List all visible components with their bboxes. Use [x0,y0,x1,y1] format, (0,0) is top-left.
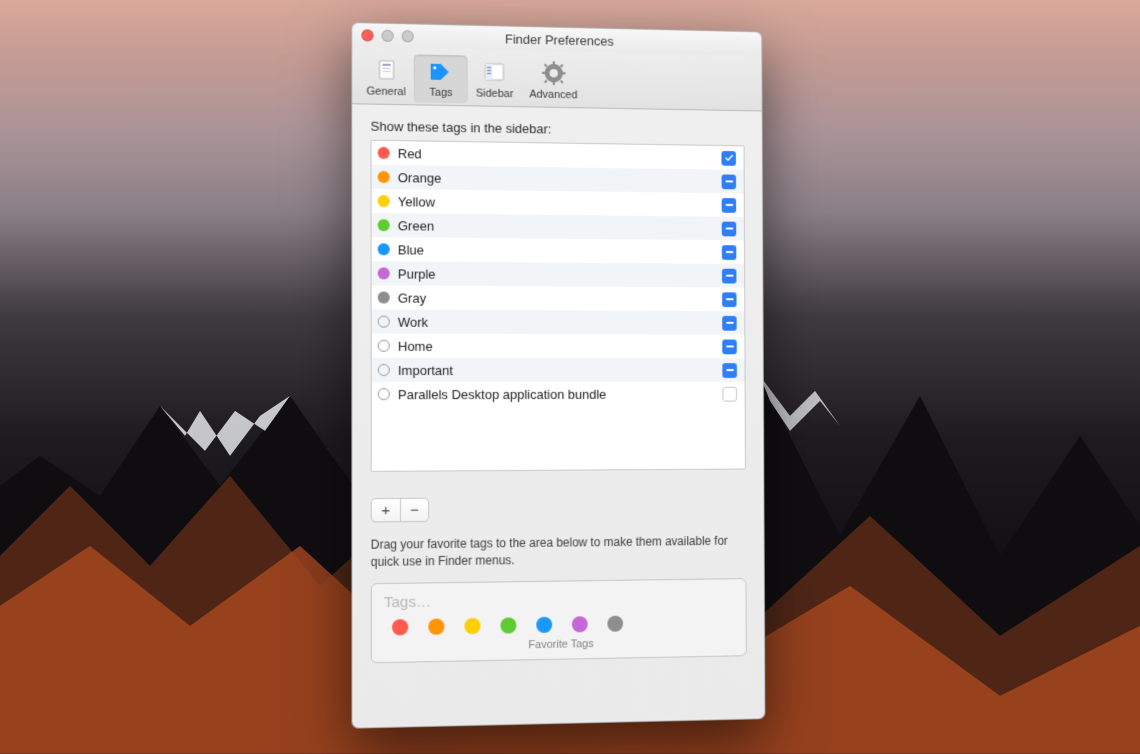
section-heading: Show these tags in the sidebar: [371,119,745,140]
tags-icon [427,57,455,85]
tag-color-dot [378,316,390,328]
tab-label: Advanced [529,89,577,102]
tag-name-label: Yellow [398,194,722,213]
tag-name-label: Work [398,314,722,330]
tag-name-label: Blue [398,242,722,260]
tag-color-dot [378,147,390,159]
tag-color-dot [378,388,390,400]
finder-preferences-window: Finder Preferences General Tags [351,22,765,729]
favorite-tag-dot[interactable] [428,618,444,634]
general-icon [372,56,400,85]
tag-name-label: Gray [398,290,722,307]
favorites-placeholder: Tags… [384,589,734,611]
favorite-tag-dot[interactable] [392,619,408,635]
gear-icon [540,59,568,87]
add-tag-button[interactable]: + [372,499,400,521]
tag-color-dot [378,364,390,376]
tag-name-label: Home [398,338,722,354]
tag-name-label: Red [398,146,722,166]
tag-color-dot [378,291,390,303]
tag-sidebar-checkbox[interactable] [722,339,737,354]
tab-label: General [366,85,405,98]
tag-row[interactable]: Green [372,213,744,240]
tag-sidebar-checkbox[interactable] [722,174,737,189]
tag-row[interactable]: Parallels Desktop application bundle [372,382,745,406]
tag-name-label: Important [398,362,723,377]
zoom-button[interactable] [402,30,414,42]
remove-tag-button[interactable]: − [400,499,428,521]
tag-sidebar-checkbox[interactable] [722,363,737,378]
tag-sidebar-checkbox[interactable] [722,221,737,236]
tag-sidebar-checkbox[interactable] [722,245,737,260]
favorite-tag-dot[interactable] [607,615,623,631]
tag-row[interactable]: Purple [372,261,745,287]
close-button[interactable] [361,29,373,41]
tab-sidebar[interactable]: Sidebar [468,56,522,105]
tag-name-label: Parallels Desktop application bundle [398,386,723,401]
tag-sidebar-checkbox[interactable] [722,386,737,401]
tab-general[interactable]: General [358,53,413,102]
favorites-hint: Drag your favorite tags to the area belo… [371,533,747,571]
tag-sidebar-checkbox[interactable] [722,268,737,283]
minimize-button[interactable] [382,30,394,42]
tag-sidebar-checkbox[interactable] [722,292,737,307]
sidebar-icon [481,58,509,86]
tab-label: Sidebar [476,88,514,101]
content-area: Show these tags in the sidebar: Red Orang… [352,104,764,727]
traffic-lights [361,29,413,42]
favorite-tag-dot[interactable] [500,617,516,633]
tab-label: Tags [429,87,452,99]
tag-row[interactable]: Gray [372,285,745,311]
tab-tags[interactable]: Tags [414,54,468,103]
add-remove-group: + − [371,498,430,523]
tag-color-dot [378,267,390,279]
tag-color-dot [378,195,390,207]
tag-name-label: Green [398,218,722,236]
favorite-tag-dot[interactable] [464,617,480,633]
window-title: Finder Preferences [505,31,614,48]
tag-color-dot [378,340,390,352]
tag-row[interactable]: Important [372,358,745,382]
favorite-tag-dot[interactable] [536,616,552,632]
tag-row[interactable]: Work [372,310,745,335]
tag-row[interactable]: Home [372,334,745,359]
tag-color-dot [378,171,390,183]
tag-name-label: Purple [398,266,722,283]
tag-sidebar-checkbox[interactable] [722,315,737,330]
favorite-tag-dot[interactable] [572,616,588,632]
tag-list[interactable]: Red Orange Yellow Green Blue Purple Gray Work Ho… [371,140,746,472]
preferences-toolbar: General Tags Sidebar [352,47,761,111]
tag-color-dot [378,219,390,231]
tag-sidebar-checkbox[interactable] [722,198,737,213]
tag-color-dot [378,243,390,255]
tag-sidebar-checkbox[interactable] [721,150,735,165]
favorite-tags-well[interactable]: Tags… Favorite Tags [371,578,747,663]
tag-row[interactable]: Blue [372,237,744,264]
tag-name-label: Orange [398,170,722,189]
tab-advanced[interactable]: Advanced [521,57,585,106]
